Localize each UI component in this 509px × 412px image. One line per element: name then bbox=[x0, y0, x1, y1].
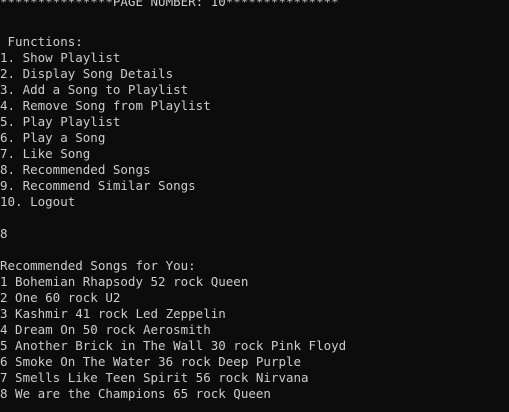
menu-item-show-playlist: 1. Show Playlist bbox=[0, 50, 121, 65]
function-menu: 1. Show Playlist 2. Display Song Details… bbox=[0, 50, 211, 210]
menu-item-recommend-similar: 9. Recommend Similar Songs bbox=[0, 178, 196, 193]
song-row: 1 Bohemian Rhapsody 52 rock Queen bbox=[0, 274, 249, 289]
song-row: 4 Dream On 50 rock Aerosmith bbox=[0, 322, 211, 337]
song-row: 8 We are the Champions 65 rock Queen bbox=[0, 386, 271, 401]
user-input-echo: 8 bbox=[0, 226, 8, 241]
menu-item-play-song: 6. Play a Song bbox=[0, 130, 106, 145]
menu-item-recommended-songs: 8. Recommended Songs bbox=[0, 162, 151, 177]
song-row: 7 Smells Like Teen Spirit 56 rock Nirvan… bbox=[0, 370, 309, 385]
menu-item-add-song: 3. Add a Song to Playlist bbox=[0, 82, 189, 97]
menu-item-logout: 10. Logout bbox=[0, 194, 76, 209]
menu-item-play-playlist: 5. Play Playlist bbox=[0, 114, 121, 129]
page-number-header: ***************PAGE NUMBER: 10**********… bbox=[0, 0, 339, 9]
menu-item-remove-song: 4. Remove Song from Playlist bbox=[0, 98, 211, 113]
menu-item-like-song: 7. Like Song bbox=[0, 146, 91, 161]
song-row: 6 Smoke On The Water 36 rock Deep Purple bbox=[0, 354, 302, 369]
song-row: 2 One 60 rock U2 bbox=[0, 290, 121, 305]
functions-title: Functions: bbox=[0, 34, 83, 49]
recommended-songs-title: Recommended Songs for You: bbox=[0, 258, 196, 273]
song-row: 3 Kashmir 41 rock Led Zeppelin bbox=[0, 306, 226, 321]
menu-item-display-song-details: 2. Display Song Details bbox=[0, 66, 174, 81]
song-row: 5 Another Brick in The Wall 30 rock Pink… bbox=[0, 338, 347, 353]
console-window[interactable]: ***************PAGE NUMBER: 10**********… bbox=[0, 0, 509, 412]
recommended-song-list: 1 Bohemian Rhapsody 52 rock Queen 2 One … bbox=[0, 274, 346, 402]
